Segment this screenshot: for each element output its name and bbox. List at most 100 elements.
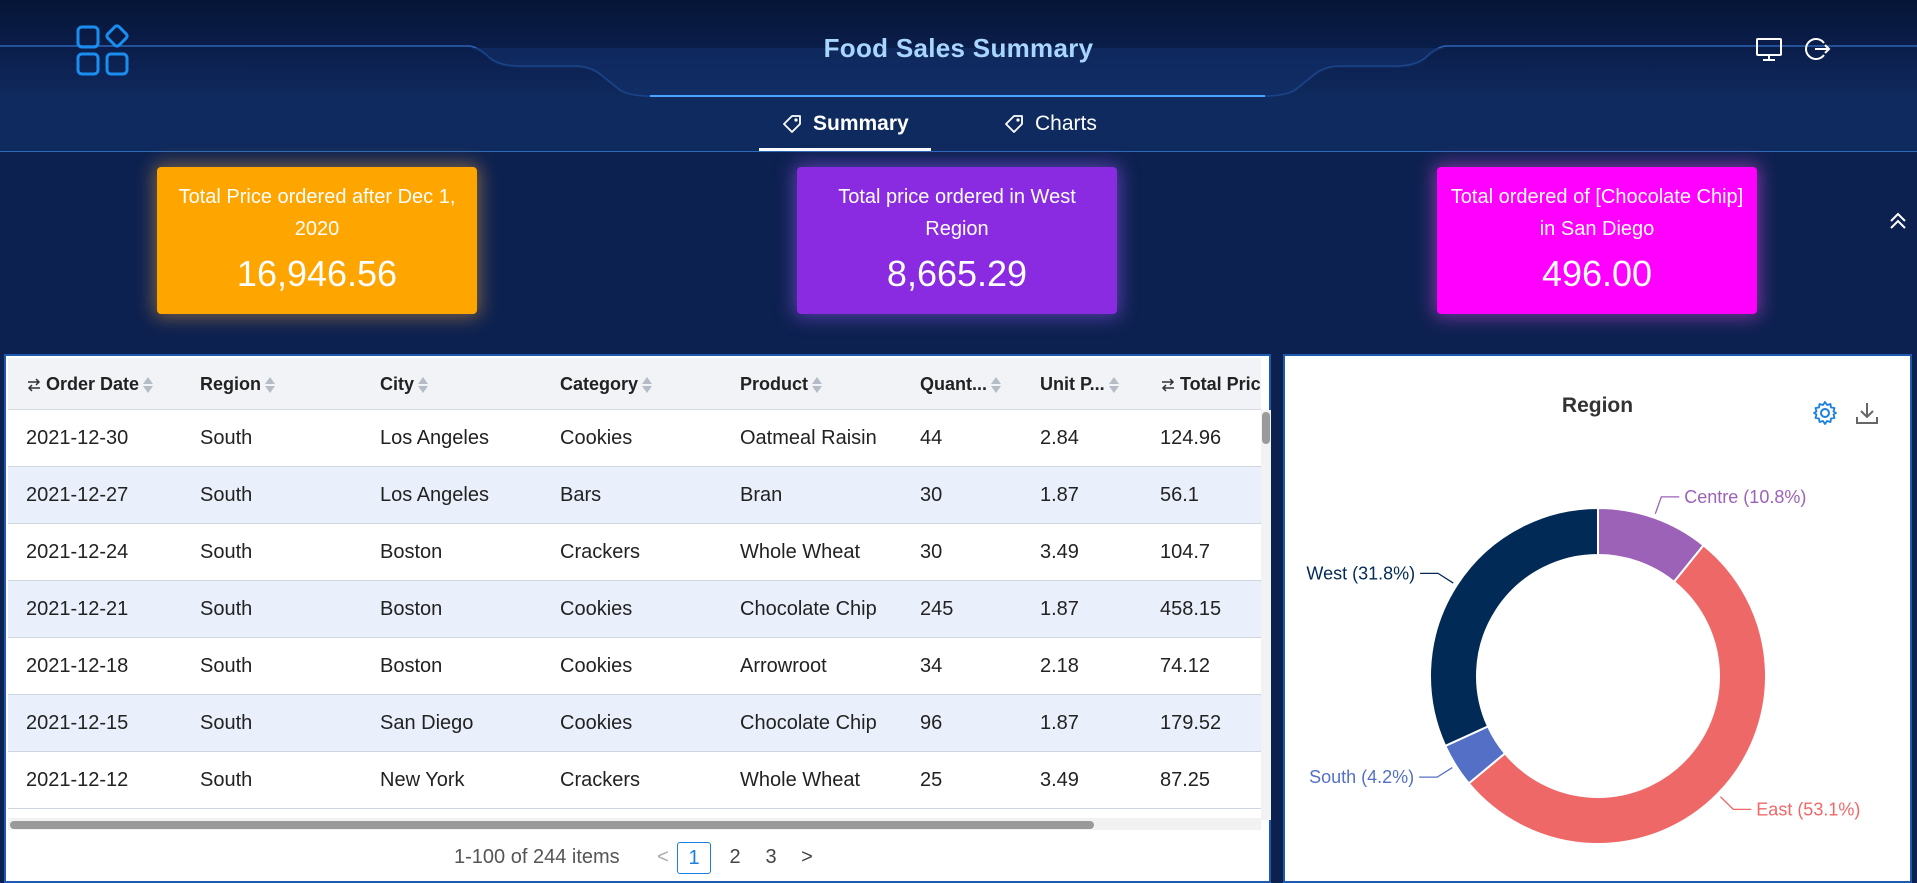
- cell-unit-price: 3.49: [1040, 541, 1079, 563]
- table-row[interactable]: 2021-12-12 South New York Crackers Whole…: [8, 752, 1261, 809]
- cell-category: Cookies: [560, 712, 633, 734]
- column-label: Unit P...: [1040, 374, 1105, 394]
- chevron-double-up-icon[interactable]: [1887, 210, 1909, 232]
- cell-city: Boston: [380, 598, 443, 620]
- page-1-button[interactable]: 1: [677, 842, 711, 874]
- swap-icon: [1161, 378, 1175, 392]
- cell-unit-price: 1.87: [1040, 712, 1079, 734]
- table-row[interactable]: 2021-12-24 South Boston Crackers Whole W…: [8, 524, 1261, 581]
- logout-icon[interactable]: [1802, 34, 1834, 64]
- cell-unit-price: 2.18: [1040, 655, 1079, 677]
- column-header-order-date[interactable]: Order Date: [26, 358, 154, 410]
- column-header-city[interactable]: City: [380, 358, 429, 410]
- sort-icon[interactable]: [811, 375, 823, 395]
- column-header-total-price[interactable]: Total Pric: [1160, 358, 1260, 410]
- vertical-scroll-thumb[interactable]: [1262, 412, 1270, 444]
- sort-icon[interactable]: [641, 375, 653, 395]
- page-3-button[interactable]: 3: [756, 842, 786, 874]
- column-header-quantity[interactable]: Quant...: [920, 358, 1002, 410]
- cell-total-price: 124.96: [1160, 427, 1222, 449]
- cell-total-price: 56.1: [1160, 484, 1199, 506]
- cell-quantity: 96: [920, 712, 943, 734]
- swap-icon: [27, 378, 41, 392]
- table-row[interactable]: 2021-12-27 South Los Angeles Bars Bran 3…: [8, 467, 1261, 524]
- cell-product: Whole Wheat: [740, 769, 861, 791]
- table-body: 2021-12-30 South Los Angeles Cookies Oat…: [8, 410, 1261, 809]
- cell-product: Arrowroot: [740, 655, 827, 677]
- tab-charts-label: Charts: [1035, 112, 1097, 135]
- tab-bar: Summary Charts: [0, 98, 1917, 229]
- cell-quantity: 34: [920, 655, 943, 677]
- column-header-unit-price[interactable]: Unit P...: [1040, 358, 1120, 410]
- sort-icon[interactable]: [142, 375, 154, 395]
- page-2-button[interactable]: 2: [720, 842, 750, 874]
- cell-total-price: 87.25: [1160, 769, 1211, 791]
- table-header: Order Date Region City Category Product …: [8, 358, 1261, 410]
- tab-summary-label: Summary: [813, 112, 909, 135]
- sort-icon[interactable]: [264, 375, 276, 395]
- column-label: Order Date: [46, 374, 140, 394]
- label-leader-line: [1720, 796, 1752, 811]
- cell-total-price: 179.52: [1160, 712, 1222, 734]
- cell-order-date: 2021-12-12: [26, 769, 129, 791]
- pagination-info: 1-100 of 244 items: [454, 846, 620, 868]
- cell-category: Crackers: [560, 769, 641, 791]
- table-row[interactable]: 2021-12-30 South Los Angeles Cookies Oat…: [8, 410, 1261, 467]
- table-row[interactable]: 2021-12-18 South Boston Cookies Arrowroo…: [8, 638, 1261, 695]
- table-row[interactable]: 2021-12-15 South San Diego Cookies Choco…: [8, 695, 1261, 752]
- cell-city: San Diego: [380, 712, 474, 734]
- slice-label-centre: Centre (10.8%): [1684, 487, 1806, 507]
- cell-category: Cookies: [560, 598, 633, 620]
- cell-quantity: 30: [920, 541, 943, 563]
- cell-order-date: 2021-12-24: [26, 541, 129, 563]
- cell-product: Oatmeal Raisin: [740, 427, 877, 449]
- slice-label-east: East (53.1%): [1756, 799, 1860, 819]
- gear-icon[interactable]: [1812, 400, 1838, 426]
- monitor-icon[interactable]: [1754, 34, 1786, 64]
- cell-category: Bars: [560, 484, 602, 506]
- kpi-card-west-region: Total price ordered in West Region 8,665…: [797, 167, 1117, 314]
- sort-icon[interactable]: [417, 375, 429, 395]
- cell-region: South: [200, 712, 253, 734]
- active-tab-indicator: [759, 148, 931, 151]
- cell-quantity: 44: [920, 427, 943, 449]
- cell-category: Cookies: [560, 655, 633, 677]
- column-header-product[interactable]: Product: [740, 358, 823, 410]
- cell-product: Whole Wheat: [740, 541, 861, 563]
- tag-icon: [783, 115, 801, 133]
- prev-page-button[interactable]: <: [648, 842, 678, 874]
- kpi-label: Total price ordered in West Region: [838, 186, 1076, 240]
- column-header-region[interactable]: Region: [200, 358, 276, 410]
- kpi-card-chocolate-chip-san-diego: Total ordered of [Chocolate Chip] in San…: [1437, 167, 1757, 314]
- horizontal-scrollbar[interactable]: [8, 818, 1261, 830]
- kpi-value: 8,665.29: [886, 253, 1028, 294]
- orders-table-panel: Order Date Region City Category Product …: [4, 354, 1271, 883]
- cell-category: Crackers: [560, 541, 641, 563]
- donut-slice-west[interactable]: [1429, 506, 1599, 748]
- next-page-button[interactable]: >: [792, 842, 822, 874]
- cell-city: Boston: [380, 541, 443, 563]
- tab-summary[interactable]: Summary: [781, 112, 909, 152]
- sort-icon[interactable]: [1108, 375, 1120, 395]
- cell-product: Chocolate Chip: [740, 712, 877, 734]
- horizontal-scroll-thumb[interactable]: [10, 821, 1094, 829]
- column-header-category[interactable]: Category: [560, 358, 653, 410]
- slice-label-south: South (4.2%): [1309, 767, 1414, 787]
- cell-order-date: 2021-12-21: [26, 598, 129, 620]
- cell-quantity: 25: [920, 769, 943, 791]
- cell-region: South: [200, 541, 253, 563]
- kpi-label: Total ordered of [Chocolate Chip] in San…: [1450, 186, 1744, 240]
- table-row[interactable]: 2021-12-21 South Boston Cookies Chocolat…: [8, 581, 1261, 638]
- cell-region: South: [200, 655, 253, 677]
- cell-total-price: 458.15: [1160, 598, 1222, 620]
- cell-region: South: [200, 769, 253, 791]
- tag-icon: [1005, 115, 1023, 133]
- sort-icon[interactable]: [990, 375, 1002, 395]
- cell-unit-price: 1.87: [1040, 598, 1079, 620]
- label-leader-line: [1419, 767, 1453, 778]
- tab-charts[interactable]: Charts: [1003, 112, 1097, 152]
- vertical-scrollbar[interactable]: [1261, 410, 1271, 820]
- column-label: Product: [740, 374, 809, 394]
- cell-city: Los Angeles: [380, 484, 489, 506]
- download-icon[interactable]: [1854, 400, 1880, 426]
